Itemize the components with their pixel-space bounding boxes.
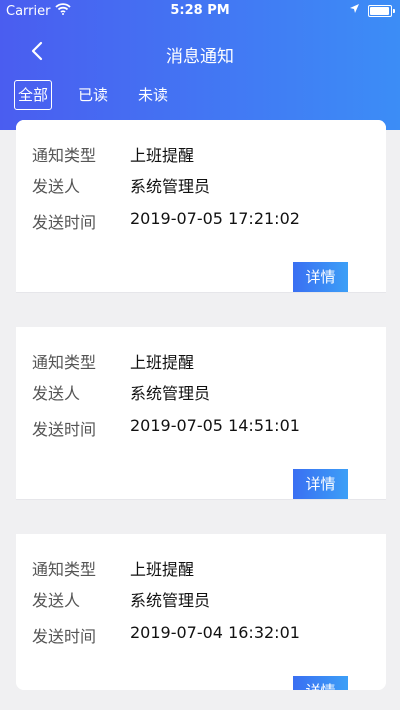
sender-label: 发送人 bbox=[32, 384, 81, 403]
sender-value: 系统管理员 bbox=[130, 384, 211, 403]
tab-read[interactable]: 已读 bbox=[74, 80, 112, 110]
time-label: 发送时间 bbox=[32, 420, 97, 439]
notification-card: 通知类型 上班提醒 发送人 系统管理员 发送时间 2019-07-05 14:5… bbox=[16, 327, 386, 499]
time-value: 2019-07-05 17:21:02 bbox=[130, 209, 300, 228]
type-row: 通知类型 上班提醒 bbox=[32, 142, 194, 166]
sender-label: 发送人 bbox=[32, 177, 81, 196]
notification-card: 通知类型 上班提醒 发送人 系统管理员 发送时间 2019-07-05 17:2… bbox=[16, 120, 386, 292]
time-label: 发送时间 bbox=[32, 213, 97, 232]
type-label: 通知类型 bbox=[32, 353, 97, 372]
time-row: 发送时间 2019-07-05 14:51:01 bbox=[32, 416, 300, 440]
battery-icon bbox=[368, 4, 395, 17]
header: Carrier 5:28 PM 消息通知 全部 已读 未读 bbox=[0, 0, 400, 130]
location-arrow-icon bbox=[349, 3, 360, 18]
time-value: 2019-07-04 16:32:01 bbox=[130, 623, 300, 642]
detail-button[interactable]: 详情 bbox=[293, 676, 348, 690]
type-label: 通知类型 bbox=[32, 560, 97, 579]
card-separator bbox=[16, 499, 386, 535]
sender-value: 系统管理员 bbox=[130, 177, 211, 196]
status-time: 5:28 PM bbox=[170, 3, 230, 18]
detail-button[interactable]: 详情 bbox=[293, 469, 348, 499]
type-value: 上班提醒 bbox=[130, 560, 195, 579]
filter-tabs: 全部 已读 未读 bbox=[14, 80, 172, 110]
time-row: 发送时间 2019-07-04 16:32:01 bbox=[32, 623, 300, 647]
card-separator bbox=[16, 292, 386, 328]
sender-value: 系统管理员 bbox=[130, 591, 211, 610]
type-value: 上班提醒 bbox=[130, 146, 195, 165]
type-value: 上班提醒 bbox=[130, 353, 195, 372]
type-row: 通知类型 上班提醒 bbox=[32, 556, 194, 580]
type-label: 通知类型 bbox=[32, 146, 97, 165]
status-right bbox=[349, 3, 395, 18]
time-row: 发送时间 2019-07-05 17:21:02 bbox=[32, 209, 300, 233]
tab-all[interactable]: 全部 bbox=[14, 80, 53, 110]
detail-button[interactable]: 详情 bbox=[293, 262, 348, 292]
sender-row: 发送人 系统管理员 bbox=[32, 587, 210, 611]
page-title: 消息通知 bbox=[166, 47, 234, 67]
tab-unread[interactable]: 未读 bbox=[134, 80, 172, 110]
sender-row: 发送人 系统管理员 bbox=[32, 380, 210, 404]
sender-label: 发送人 bbox=[32, 591, 81, 610]
time-value: 2019-07-05 14:51:01 bbox=[130, 416, 300, 435]
nav-bar: 消息通知 bbox=[0, 34, 400, 70]
time-label: 发送时间 bbox=[32, 627, 97, 646]
notification-list[interactable]: 通知类型 上班提醒 发送人 系统管理员 发送时间 2019-07-05 17:2… bbox=[16, 120, 386, 690]
type-row: 通知类型 上班提醒 bbox=[32, 349, 194, 373]
notification-card: 通知类型 上班提醒 发送人 系统管理员 发送时间 2019-07-04 16:3… bbox=[16, 534, 386, 690]
sender-row: 发送人 系统管理员 bbox=[32, 173, 210, 197]
status-bar: Carrier 5:28 PM bbox=[0, 0, 400, 20]
